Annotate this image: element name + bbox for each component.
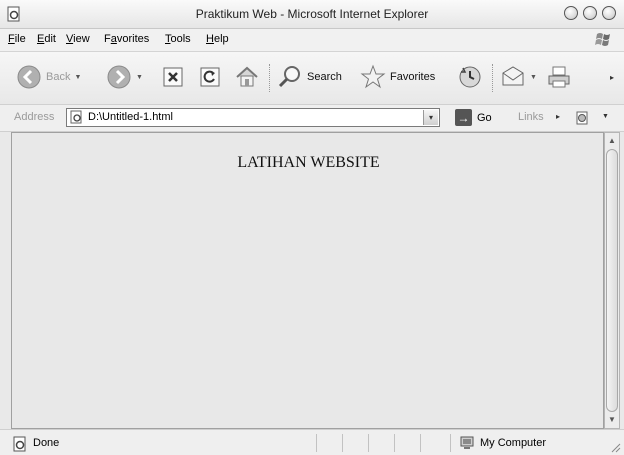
back-arrow-icon (16, 64, 42, 90)
page-content: LATIHAN WEBSITE (11, 132, 604, 429)
toolbar-overflow-chevron[interactable]: ▸ (610, 62, 614, 92)
links-button[interactable]: Links (518, 111, 544, 123)
toolbar-separator (492, 64, 494, 92)
back-label: Back (46, 71, 71, 83)
chevron-right-icon: ▸ (610, 72, 615, 82)
zone-label: My Computer (480, 437, 547, 449)
address-label: Address (14, 111, 55, 123)
print-icon (546, 64, 572, 90)
mail-dropdown-icon[interactable]: ▼ (530, 74, 537, 81)
history-button[interactable] (457, 62, 483, 92)
address-bar: Address D:\Untitled-1.html ▾ → Go Links … (0, 105, 624, 132)
menu-view[interactable]: View (66, 33, 90, 45)
refresh-icon (199, 66, 221, 88)
standard-toolbar: Back ▼ ▼ Search Favorites ▼ ▸ (0, 52, 624, 105)
menu-bar: File Edit View Favorites Tools Help (0, 29, 624, 52)
toolbar-separator (269, 64, 271, 92)
refresh-button[interactable] (199, 62, 221, 92)
favorites-label: Favorites (390, 71, 436, 83)
favorites-button[interactable]: Favorites (360, 62, 435, 92)
minimize-button[interactable] (564, 6, 578, 20)
address-dropdown-icon[interactable]: ▾ (423, 110, 438, 125)
vertical-scrollbar[interactable]: ▲ ▼ (604, 132, 620, 429)
close-button[interactable] (602, 6, 616, 20)
search-magnifier-icon (277, 64, 303, 90)
favorites-star-icon (360, 64, 386, 90)
go-arrow-icon: → (455, 109, 472, 126)
links-chevron-icon[interactable]: ▸ (556, 112, 560, 121)
menu-file[interactable]: File (8, 33, 26, 45)
links-page-icon[interactable] (574, 110, 590, 126)
status-divider (342, 434, 343, 452)
home-icon (234, 64, 260, 90)
page-heading: LATIHAN WEBSITE (237, 154, 380, 171)
ie-page-icon (12, 436, 28, 452)
mail-icon (500, 64, 526, 90)
maximize-button[interactable] (583, 6, 597, 20)
windows-flag-icon (592, 30, 616, 50)
menu-edit[interactable]: Edit (37, 33, 56, 45)
links-dropdown-icon[interactable]: ▼ (602, 113, 609, 120)
forward-button[interactable]: ▼ (106, 62, 143, 92)
my-computer-icon (459, 435, 475, 451)
go-button[interactable]: → Go (455, 109, 492, 126)
status-divider (450, 434, 451, 452)
status-divider (420, 434, 421, 452)
search-label: Search (307, 71, 342, 83)
menu-tools[interactable]: Tools (165, 33, 191, 45)
status-divider (394, 434, 395, 452)
stop-icon (162, 66, 184, 88)
title-bar[interactable]: Praktikum Web - Microsoft Internet Explo… (0, 0, 624, 29)
browser-window: Praktikum Web - Microsoft Internet Explo… (0, 0, 624, 455)
status-bar: Done My Computer (0, 429, 624, 455)
mail-button[interactable]: ▼ (500, 62, 537, 92)
status-text: Done (33, 437, 60, 449)
forward-dropdown-icon[interactable]: ▼ (136, 74, 143, 81)
ie-page-icon (70, 110, 84, 124)
scroll-thumb[interactable] (606, 149, 618, 412)
menu-help[interactable]: Help (206, 33, 229, 45)
back-button[interactable]: Back ▼ (16, 62, 81, 92)
forward-arrow-icon (106, 64, 132, 90)
back-dropdown-icon[interactable]: ▼ (74, 74, 81, 81)
address-input[interactable]: D:\Untitled-1.html ▾ (66, 108, 440, 127)
search-button[interactable]: Search (277, 62, 342, 92)
go-label: Go (477, 111, 492, 124)
stop-button[interactable] (162, 62, 184, 92)
status-divider (316, 434, 317, 452)
window-title: Praktikum Web - Microsoft Internet Explo… (195, 7, 429, 21)
menu-favorites[interactable]: Favorites (104, 33, 149, 45)
home-button[interactable] (234, 62, 260, 92)
address-url[interactable]: D:\Untitled-1.html (88, 111, 173, 123)
status-divider (368, 434, 369, 452)
print-button[interactable] (546, 62, 572, 92)
scroll-down-icon[interactable]: ▼ (606, 414, 618, 426)
history-icon (457, 64, 483, 90)
resize-grip-icon[interactable] (609, 441, 621, 453)
scroll-up-icon[interactable]: ▲ (606, 135, 618, 147)
